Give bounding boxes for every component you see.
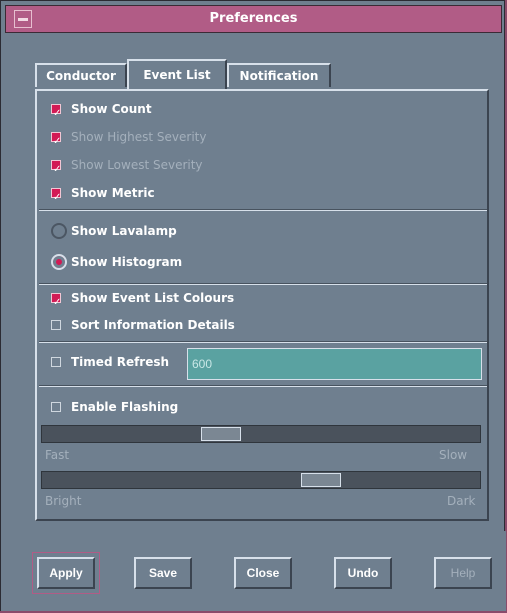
show-event-list-colours-checkbox[interactable]: Show Event List Colours xyxy=(51,288,234,308)
close-button[interactable]: Close xyxy=(234,557,292,589)
timed-refresh-checkbox[interactable]: Timed Refresh xyxy=(51,352,169,372)
show-count-label: Show Count xyxy=(71,102,152,116)
radio-selected-icon xyxy=(51,254,67,270)
checkbox-unchecked-icon xyxy=(51,402,61,412)
divider xyxy=(39,385,487,387)
event-list-panel: Show Count Show Highest Severity Show Lo… xyxy=(35,89,489,521)
sort-information-details-checkbox[interactable]: Sort Information Details xyxy=(51,315,235,335)
show-event-list-colours-label: Show Event List Colours xyxy=(71,291,235,305)
tab-conductor[interactable]: Conductor xyxy=(35,63,127,87)
show-metric-checkbox[interactable]: Show Metric xyxy=(51,183,155,203)
show-histogram-radio[interactable]: Show Histogram xyxy=(51,252,182,272)
enable-flashing-checkbox[interactable]: Enable Flashing xyxy=(51,397,178,417)
timed-refresh-label: Timed Refresh xyxy=(71,355,170,369)
apply-button[interactable]: Apply xyxy=(32,552,100,594)
divider xyxy=(39,341,487,343)
slider-thumb[interactable] xyxy=(201,427,241,441)
divider xyxy=(39,209,487,211)
checkbox-checked-icon xyxy=(51,132,61,142)
checkbox-checked-icon xyxy=(51,293,61,303)
flash-brightness-slider[interactable] xyxy=(41,471,481,489)
dark-label: Dark xyxy=(447,494,476,508)
show-histogram-label: Show Histogram xyxy=(71,255,183,269)
enable-flashing-label: Enable Flashing xyxy=(71,400,179,414)
tab-event-list[interactable]: Event List xyxy=(127,59,227,89)
show-highest-severity-checkbox[interactable]: Show Highest Severity xyxy=(51,127,207,147)
show-lavalamp-label: Show Lavalamp xyxy=(71,224,177,238)
show-lowest-severity-checkbox[interactable]: Show Lowest Severity xyxy=(51,155,203,175)
radio-unselected-icon xyxy=(51,223,67,239)
timed-refresh-input[interactable] xyxy=(187,348,482,380)
checkbox-checked-icon xyxy=(51,188,61,198)
bright-label: Bright xyxy=(45,494,82,508)
title-bar: Preferences xyxy=(5,5,502,33)
sort-information-details-label: Sort Information Details xyxy=(71,318,235,332)
checkbox-unchecked-icon xyxy=(51,320,61,330)
window-title: Preferences xyxy=(209,11,298,26)
show-count-checkbox[interactable]: Show Count xyxy=(51,99,152,119)
show-lowest-severity-label: Show Lowest Severity xyxy=(71,158,203,172)
undo-button[interactable]: Undo xyxy=(334,557,392,589)
show-highest-severity-label: Show Highest Severity xyxy=(71,130,207,144)
checkbox-checked-icon xyxy=(51,104,61,114)
show-metric-label: Show Metric xyxy=(71,186,155,200)
help-button[interactable]: Help xyxy=(434,557,492,589)
divider xyxy=(39,283,487,285)
show-lavalamp-radio[interactable]: Show Lavalamp xyxy=(51,221,177,241)
tab-notification[interactable]: Notification xyxy=(227,63,331,87)
fast-label: Fast xyxy=(45,448,70,462)
save-button[interactable]: Save xyxy=(134,557,192,589)
slow-label: Slow xyxy=(439,448,468,462)
checkbox-checked-icon xyxy=(51,160,61,170)
checkbox-unchecked-icon xyxy=(51,357,61,367)
slider-thumb[interactable] xyxy=(301,473,341,487)
preferences-window: Preferences Conductor Event List Notific… xyxy=(0,0,506,612)
flash-speed-slider[interactable] xyxy=(41,425,481,443)
